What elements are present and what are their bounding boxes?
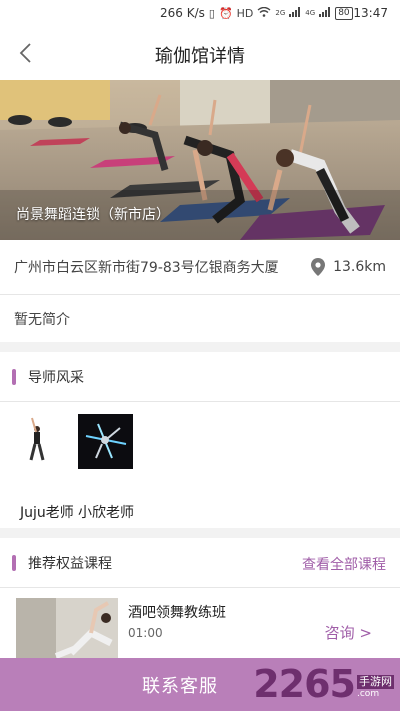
course-item[interactable]: 酒吧领舞教练班 01:00 咨询 >: [0, 588, 400, 658]
teacher-card[interactable]: 小欣老师: [78, 414, 138, 521]
courses-section-title: 推荐权益课程: [28, 555, 112, 572]
contact-service-button[interactable]: 联系客服 2265 手游网 .com: [0, 658, 400, 711]
consult-button[interactable]: 咨询 >: [325, 622, 372, 643]
venue-address: 广州市白云区新市街79-83号亿银商务大厦: [14, 260, 279, 276]
nav-bar: 瑜伽馆详情: [0, 28, 400, 80]
location-pin-icon: [311, 258, 326, 276]
watermark-number: 2265: [253, 662, 356, 706]
signal-icon: [289, 6, 301, 20]
venue-distance: 13.6km: [333, 259, 386, 275]
status-time: 13:47: [353, 6, 388, 20]
signal-icon-2: [319, 6, 331, 20]
battery-icon: 80: [335, 6, 353, 20]
hd-icon: HD: [236, 6, 254, 20]
contact-service-label: 联系客服: [142, 675, 218, 697]
page-title: 瑜伽馆详情: [155, 46, 245, 67]
venue-hero-image: 尚景舞蹈连锁（新市店）: [0, 80, 400, 240]
teachers-list: Juju老师 小欣老师: [0, 404, 400, 526]
teacher-photo: [78, 414, 133, 469]
status-bar: 266 K/s ▯ ⏰ HD 2G 4G 80 13:47: [0, 0, 400, 28]
section-accent-bar: [12, 554, 16, 571]
teacher-name: 小欣老师: [78, 505, 134, 521]
watermark-cn: 手游网: [357, 675, 394, 689]
course-thumbnail: [16, 598, 118, 658]
venue-name: 尚景舞蹈连锁（新市店）: [16, 207, 170, 223]
vibrate-icon: ▯: [208, 6, 215, 20]
network-speed: 266 K/s: [160, 6, 205, 20]
courses-section-header: 推荐权益课程 查看全部课程: [0, 538, 400, 588]
status-indicators: 266 K/s ▯ ⏰ HD 2G 4G 80: [160, 6, 353, 20]
section-divider: [0, 342, 400, 352]
watermark-url: .com: [357, 689, 380, 699]
watermark-logo: 2265 手游网 .com: [253, 662, 394, 706]
view-all-courses-link[interactable]: 查看全部课程: [302, 554, 386, 574]
course-time: 01:00: [128, 626, 163, 640]
teacher-photo: [20, 414, 75, 469]
teacher-card[interactable]: Juju老师: [20, 414, 80, 521]
teachers-section-title: 导师风采: [28, 369, 84, 386]
address-row[interactable]: 广州市白云区新市街79-83号亿银商务大厦 13.6km: [0, 240, 400, 295]
venue-intro: 暂无简介: [14, 312, 70, 328]
teachers-section-header: 导师风采: [0, 352, 400, 402]
wifi-icon: [257, 6, 271, 20]
course-title: 酒吧领舞教练班: [128, 605, 226, 621]
section-accent-bar: [12, 368, 16, 385]
section-divider: [0, 528, 400, 538]
alarm-icon: ⏰: [218, 6, 233, 20]
signal-2g-label: 2G: [275, 9, 286, 17]
signal-4g-label: 4G: [305, 9, 316, 17]
